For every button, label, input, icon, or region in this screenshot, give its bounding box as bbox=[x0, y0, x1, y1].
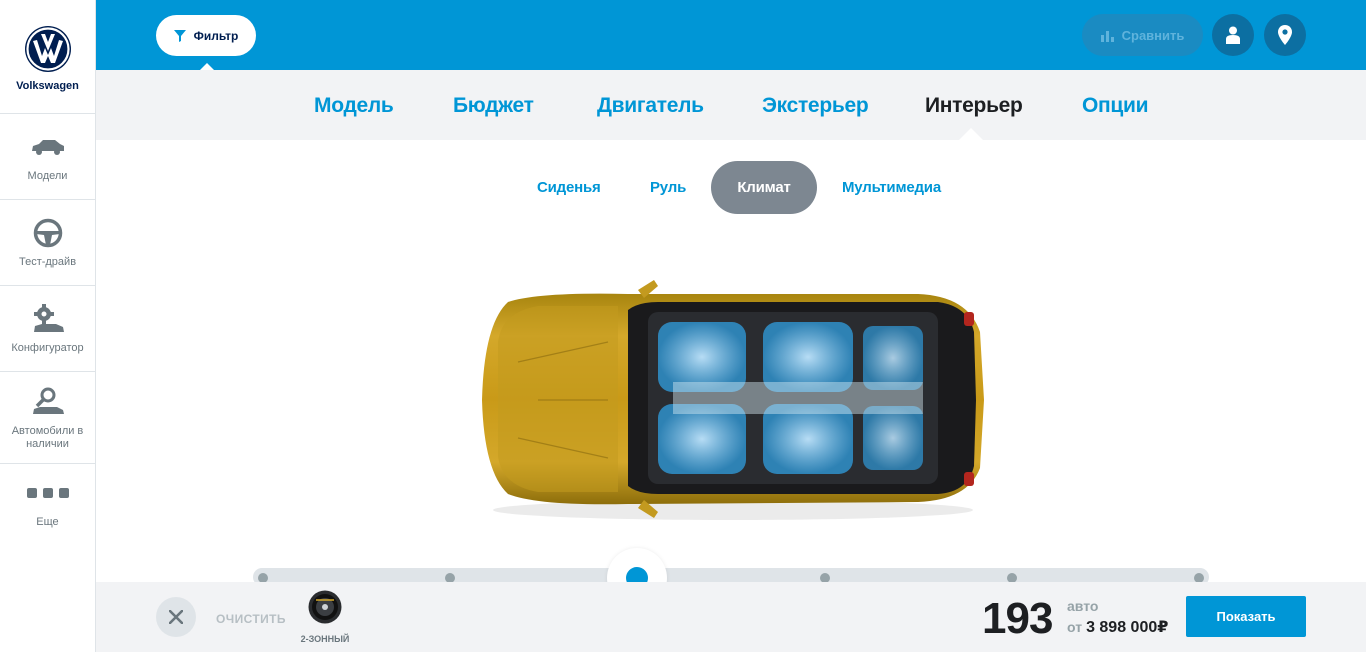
sidebar-item-in-stock[interactable]: Автомобили в наличии bbox=[0, 372, 95, 464]
results-count: 193 bbox=[982, 594, 1053, 643]
location-button[interactable] bbox=[1264, 14, 1306, 56]
brand[interactable]: Volkswagen bbox=[0, 0, 95, 114]
compare-label: Сравнить bbox=[1121, 27, 1185, 43]
results-unit: авто bbox=[1067, 598, 1099, 614]
subtab-multimedia[interactable]: Мультимедиа bbox=[842, 161, 941, 214]
map-pin-icon bbox=[1278, 25, 1292, 45]
subtab-climate[interactable]: Климат bbox=[711, 161, 817, 214]
vw-logo-icon bbox=[24, 26, 71, 72]
tab-interior[interactable]: Интерьер bbox=[925, 94, 1023, 118]
filter-button[interactable]: Фильтр bbox=[156, 15, 256, 56]
clear-button[interactable] bbox=[156, 597, 196, 637]
car-search-icon bbox=[28, 385, 68, 419]
steering-wheel-icon bbox=[28, 216, 68, 250]
chip-caption: 2-ЗОННЫЙ bbox=[300, 634, 350, 644]
tab-budget[interactable]: Бюджет bbox=[453, 94, 534, 118]
tab-model[interactable]: Модель bbox=[314, 94, 394, 118]
filter-funnel-icon bbox=[173, 29, 186, 42]
price-from: от 3 898 000₽ bbox=[1067, 617, 1168, 637]
sidebar-item-more[interactable]: Еще bbox=[0, 464, 95, 540]
sidebar-item-configurator[interactable]: Конфигуратор bbox=[0, 286, 95, 372]
clear-label[interactable]: ОЧИСТИТЬ bbox=[216, 612, 286, 626]
subtab-seats[interactable]: Сиденья bbox=[537, 161, 601, 214]
sidebar-item-label: Модели bbox=[27, 170, 68, 182]
car-icon bbox=[28, 130, 68, 164]
more-dots-icon bbox=[26, 476, 69, 510]
active-tab-caret bbox=[958, 128, 984, 141]
main-tabs: Модель Бюджет Двигатель Экстерьер Интерь… bbox=[96, 70, 1366, 141]
close-icon bbox=[169, 610, 183, 624]
sidebar-item-test-drive[interactable]: Тест-драйв bbox=[0, 200, 95, 286]
user-icon bbox=[1226, 26, 1240, 44]
sidebar: Volkswagen Модели Тест-драйв Конфигурато… bbox=[0, 0, 96, 652]
sidebar-item-label: Автомобили в наличии bbox=[11, 424, 84, 450]
subtab-steering[interactable]: Руль bbox=[650, 161, 686, 214]
account-button[interactable] bbox=[1212, 14, 1254, 56]
show-results-button[interactable]: Показать bbox=[1186, 596, 1306, 637]
tab-engine[interactable]: Двигатель bbox=[597, 94, 704, 118]
bar-chart-icon bbox=[1100, 30, 1114, 42]
configurator-gear-car-icon bbox=[28, 302, 68, 336]
tab-exterior[interactable]: Экстерьер bbox=[762, 94, 869, 118]
compare-button[interactable]: Сравнить bbox=[1082, 14, 1203, 56]
price-from-label: от bbox=[1067, 619, 1083, 635]
sidebar-item-label: Конфигуратор bbox=[11, 342, 84, 354]
car-top-view-image bbox=[478, 272, 988, 526]
sidebar-item-label: Тест-драйв bbox=[18, 256, 77, 268]
sidebar-item-models[interactable]: Модели bbox=[0, 114, 95, 200]
top-bar: Фильтр Сравнить bbox=[96, 0, 1366, 70]
climate-control-thumbnail-icon bbox=[308, 590, 342, 624]
bottom-bar: ОЧИСТИТЬ 2-ЗОННЫЙ 193 авто от 3 898 000₽ … bbox=[96, 582, 1366, 652]
sidebar-item-label: Еще bbox=[36, 515, 59, 528]
price-value: 3 898 000₽ bbox=[1086, 619, 1169, 636]
selected-filter-chip[interactable]: 2-ЗОННЫЙ bbox=[299, 590, 351, 644]
filter-label: Фильтр bbox=[193, 28, 239, 43]
tab-options[interactable]: Опции bbox=[1082, 94, 1149, 118]
brand-name: Volkswagen bbox=[16, 80, 79, 92]
